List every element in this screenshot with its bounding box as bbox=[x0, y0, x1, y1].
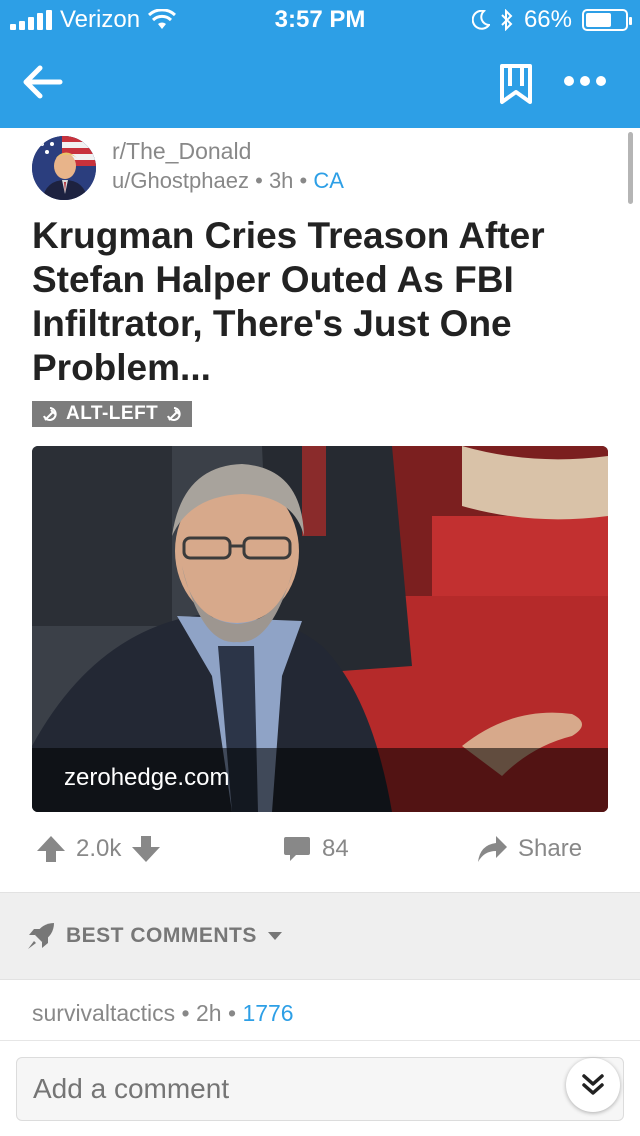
post-title[interactable]: Krugman Cries Treason After Stefan Halpe… bbox=[32, 214, 612, 390]
comment-author[interactable]: survivaltactics bbox=[32, 1000, 175, 1026]
scrollbar[interactable] bbox=[628, 132, 633, 204]
top-bar: Verizon 3:57 PM 66% bbox=[0, 0, 640, 128]
share-label: Share bbox=[518, 835, 583, 862]
post-actions: 2.0k 84 Share bbox=[0, 826, 640, 878]
downvote-arrow-icon[interactable] bbox=[131, 834, 161, 864]
subreddit-name[interactable]: r/The_Donald bbox=[112, 138, 251, 165]
battery-level-fill bbox=[586, 13, 612, 27]
more-icon[interactable] bbox=[560, 66, 610, 96]
comment-count: 84 bbox=[322, 835, 349, 862]
rocket-icon bbox=[28, 923, 54, 949]
meta-separator: • bbox=[181, 1000, 196, 1026]
vote-group: 2.0k bbox=[36, 834, 161, 864]
comment-bubble-icon bbox=[284, 837, 310, 861]
meta-separator: • bbox=[299, 168, 314, 193]
comment-input[interactable] bbox=[16, 1057, 624, 1121]
domain-bar: zerohedge.com bbox=[32, 748, 608, 812]
battery-icon bbox=[582, 9, 632, 31]
sort-label: BEST COMMENTS bbox=[66, 924, 257, 947]
author-flair: CA bbox=[313, 168, 344, 193]
comments-button[interactable]: 84 bbox=[282, 834, 349, 864]
hammer-sickle-icon bbox=[167, 407, 181, 421]
meta-separator: • bbox=[227, 1000, 243, 1026]
moon-icon bbox=[471, 10, 490, 30]
post-age: 3h bbox=[268, 168, 294, 193]
avatar-image bbox=[32, 136, 96, 200]
caret-down-icon bbox=[267, 932, 282, 940]
comments-section-header: BEST COMMENTS bbox=[0, 892, 640, 980]
nav-bar bbox=[0, 44, 640, 124]
tag-label: ALT-LEFT bbox=[66, 403, 159, 424]
share-arrow-icon bbox=[478, 836, 507, 862]
battery-percent: 66% bbox=[523, 6, 572, 33]
link-domain: zerohedge.com bbox=[64, 764, 230, 791]
comment-meta: survivaltactics • 2h • 1776 bbox=[32, 1000, 294, 1027]
bluetooth-icon bbox=[501, 9, 513, 31]
bookmark-icon[interactable] bbox=[496, 62, 536, 106]
author-name[interactable]: u/Ghostphaez bbox=[112, 168, 249, 193]
comment-composer bbox=[0, 1040, 640, 1136]
status-right: 66% bbox=[471, 6, 632, 34]
post-header: r/The_Donald u/Ghostphaez • 3h • CA bbox=[32, 136, 592, 200]
comment-sort-dropdown[interactable]: BEST COMMENTS bbox=[26, 921, 283, 951]
score: 2.0k bbox=[76, 835, 122, 862]
jump-down-button[interactable] bbox=[566, 1058, 620, 1112]
upvote-arrow-icon[interactable] bbox=[36, 834, 66, 864]
subreddit-avatar[interactable] bbox=[32, 136, 96, 200]
meta-separator: • bbox=[255, 168, 269, 193]
post-meta: u/Ghostphaez • 3h • CA bbox=[112, 168, 344, 194]
share-button[interactable]: Share bbox=[476, 834, 582, 864]
comment-age: 2h bbox=[196, 1000, 222, 1026]
post-tag: ALT-LEFT bbox=[32, 401, 193, 427]
link-preview[interactable]: zerohedge.com bbox=[32, 446, 608, 812]
hammer-sickle-icon bbox=[43, 407, 57, 421]
status-bar: Verizon 3:57 PM 66% bbox=[0, 0, 640, 40]
back-arrow-icon[interactable] bbox=[20, 60, 64, 104]
double-chevron-down-icon bbox=[582, 1074, 604, 1095]
comment-author-flair: 1776 bbox=[242, 1000, 294, 1026]
